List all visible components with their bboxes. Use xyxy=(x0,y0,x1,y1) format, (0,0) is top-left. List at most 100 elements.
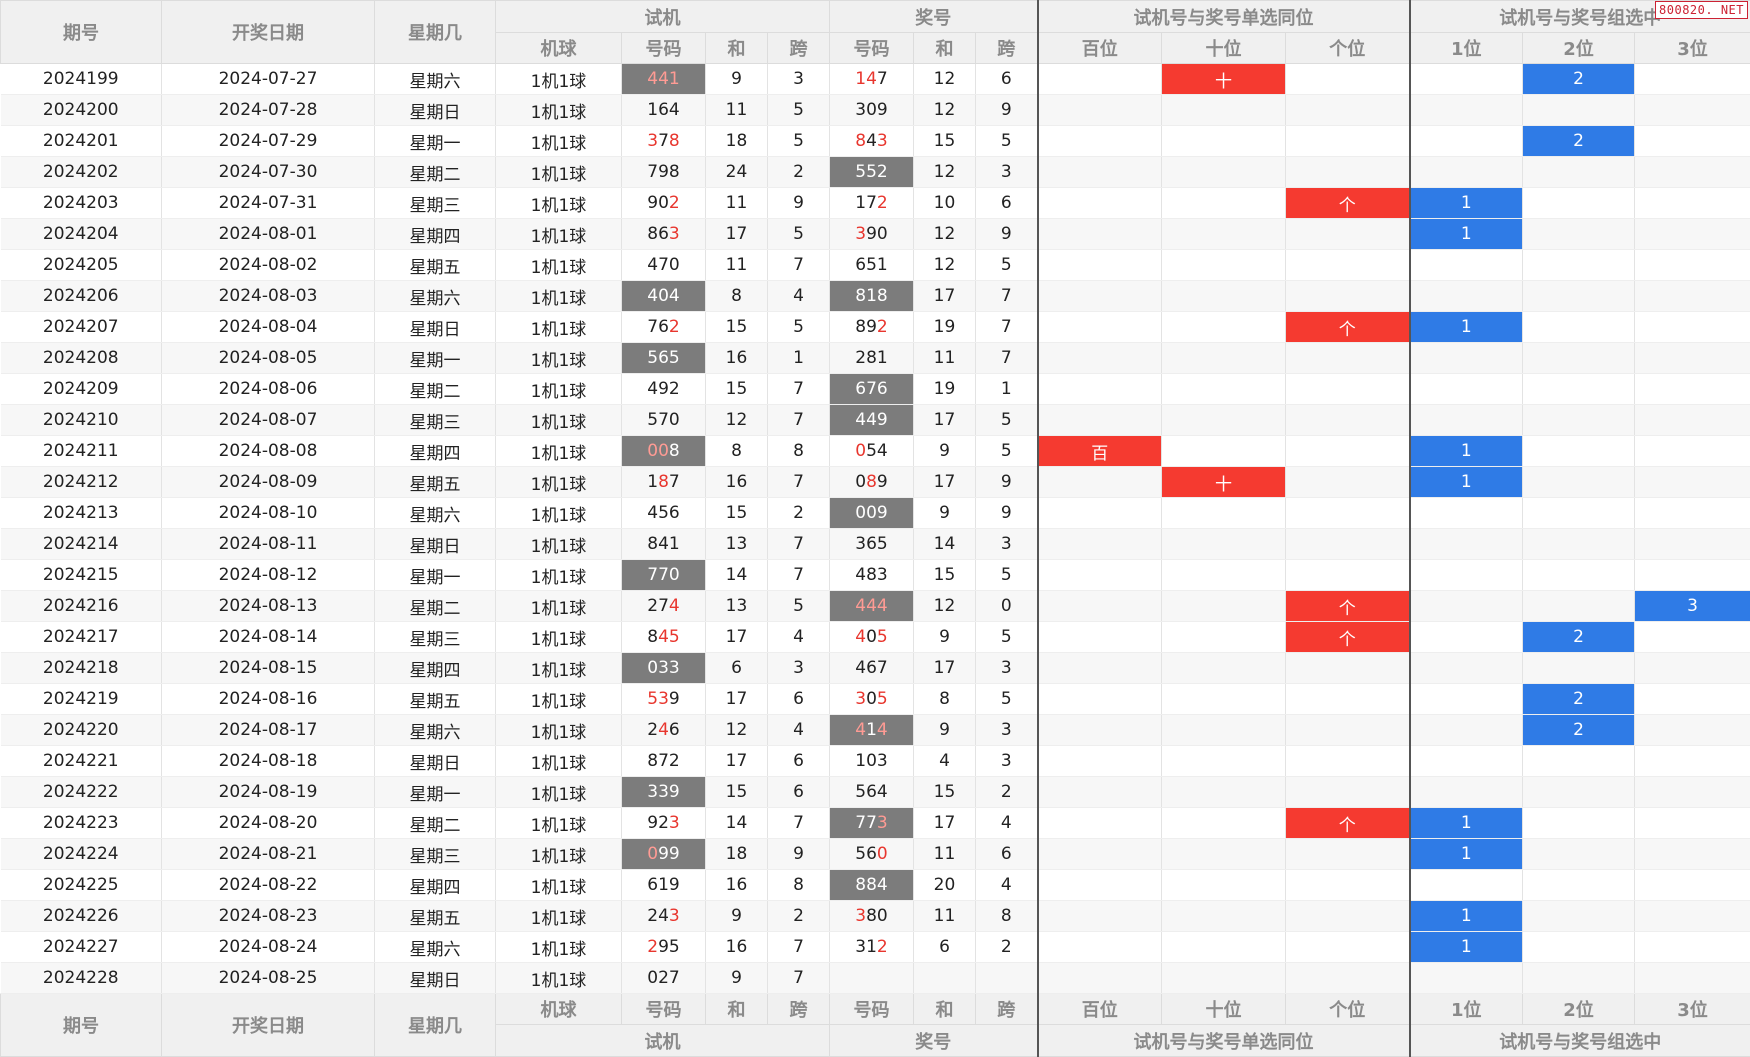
sub-header-hundreds: 百位 xyxy=(1038,33,1162,64)
trial-sum-cell: 17 xyxy=(706,746,768,777)
prize-span-cell: 2 xyxy=(976,777,1038,808)
machine-cell: 1机1球 xyxy=(496,715,622,746)
digit: 9 xyxy=(866,224,877,244)
prize-span-cell: 5 xyxy=(976,560,1038,591)
prize-number-cell: 892 xyxy=(830,312,914,343)
weekday-cell: 星期六 xyxy=(375,281,496,312)
single-hundreds-cell xyxy=(1038,653,1162,684)
date-cell: 2024-08-19 xyxy=(162,777,375,808)
trial-number-cell: 770 xyxy=(622,560,706,591)
group-header-single-position: 试机号与奖号单选同位 xyxy=(1038,1,1410,33)
table-row: 20242132024-08-10星期六1机1球45615200999 xyxy=(1,498,1750,529)
prize-number-cell: 884 xyxy=(830,870,914,901)
weekday-cell: 星期六 xyxy=(375,932,496,963)
digit: 2 xyxy=(877,193,888,213)
single-units-cell xyxy=(1286,715,1410,746)
footer-sub-pos1: 1位 xyxy=(1410,994,1523,1025)
digit: 1 xyxy=(669,69,680,89)
weekday-cell: 星期五 xyxy=(375,250,496,281)
prize-span-cell: 6 xyxy=(976,188,1038,219)
combo-pos2-cell xyxy=(1523,591,1635,622)
weekday-cell: 星期日 xyxy=(375,963,496,994)
digit: 3 xyxy=(658,689,669,709)
prize-number-cell: 380 xyxy=(830,901,914,932)
single-units-cell xyxy=(1286,436,1410,467)
digit: 1 xyxy=(855,69,866,89)
date-cell: 2024-08-05 xyxy=(162,343,375,374)
trial-sum-cell: 6 xyxy=(706,653,768,684)
prize-sum-cell: 17 xyxy=(914,467,976,498)
combo-pos3-cell xyxy=(1635,126,1750,157)
combo-pos3-cell xyxy=(1635,498,1750,529)
single-hundreds-cell xyxy=(1038,343,1162,374)
weekday-cell: 星期日 xyxy=(375,529,496,560)
trial-number-cell: 295 xyxy=(622,932,706,963)
trial-span-cell: 7 xyxy=(768,560,830,591)
weekday-cell: 星期二 xyxy=(375,591,496,622)
single-hundreds-cell xyxy=(1038,374,1162,405)
combo-pos1-cell xyxy=(1410,405,1523,436)
weekday-cell: 星期三 xyxy=(375,839,496,870)
prize-sum-cell: 11 xyxy=(914,839,976,870)
issue-cell: 2024215 xyxy=(1,560,162,591)
trial-span-cell: 8 xyxy=(768,870,830,901)
prize-sum-cell: 12 xyxy=(914,95,976,126)
prize-span-cell: 5 xyxy=(976,436,1038,467)
issue-cell: 2024225 xyxy=(1,870,162,901)
prize-sum-cell: 12 xyxy=(914,250,976,281)
digit: 5 xyxy=(647,689,658,709)
digit: 2 xyxy=(658,813,669,833)
combo-pos3-cell xyxy=(1635,901,1750,932)
combo-pos3-cell xyxy=(1635,281,1750,312)
prize-number-cell: 467 xyxy=(830,653,914,684)
single-units-cell xyxy=(1286,467,1410,498)
machine-cell: 1机1球 xyxy=(496,126,622,157)
combo-pos1-cell xyxy=(1410,343,1523,374)
issue-cell: 2024212 xyxy=(1,467,162,498)
machine-cell: 1机1球 xyxy=(496,901,622,932)
trial-span-cell: 7 xyxy=(768,963,830,994)
trial-span-cell: 9 xyxy=(768,188,830,219)
prize-sum-cell: 11 xyxy=(914,901,976,932)
machine-cell: 1机1球 xyxy=(496,684,622,715)
date-cell: 2024-08-11 xyxy=(162,529,375,560)
table-row: 20242232024-08-20星期二1机1球923147773174个1 xyxy=(1,808,1750,839)
trial-number-cell: 008 xyxy=(622,436,706,467)
machine-cell: 1机1球 xyxy=(496,281,622,312)
combo-pos1-cell xyxy=(1410,963,1523,994)
digit: 5 xyxy=(866,441,877,461)
date-cell: 2024-08-16 xyxy=(162,684,375,715)
trial-span-cell: 7 xyxy=(768,932,830,963)
prize-sum-cell: 17 xyxy=(914,405,976,436)
prize-span-cell: 5 xyxy=(976,405,1038,436)
group-header-trial: 试机 xyxy=(496,1,830,33)
trial-number-cell: 923 xyxy=(622,808,706,839)
prize-number-cell: 054 xyxy=(830,436,914,467)
digit: 9 xyxy=(658,937,669,957)
single-tens-cell xyxy=(1162,281,1286,312)
table-row: 20242002024-07-28星期日1机1球164115309129 xyxy=(1,95,1750,126)
digit: 1 xyxy=(866,937,877,957)
digit: 9 xyxy=(866,317,877,337)
machine-cell: 1机1球 xyxy=(496,467,622,498)
single-units-cell: 个 xyxy=(1286,312,1410,343)
digit: 0 xyxy=(866,627,877,647)
footer-group-prize: 奖号 xyxy=(830,1025,1038,1057)
combo-pos3-cell xyxy=(1635,560,1750,591)
digit: 1 xyxy=(855,193,866,213)
machine-cell: 1机1球 xyxy=(496,405,622,436)
trial-sum-cell: 17 xyxy=(706,622,768,653)
trial-number-cell: 033 xyxy=(622,653,706,684)
trial-sum-cell: 13 xyxy=(706,591,768,622)
date-cell: 2024-08-23 xyxy=(162,901,375,932)
prize-number-cell: 089 xyxy=(830,467,914,498)
digit: 0 xyxy=(647,441,658,461)
date-cell: 2024-08-07 xyxy=(162,405,375,436)
prize-number-cell: 172 xyxy=(830,188,914,219)
combo-pos2-cell xyxy=(1523,467,1635,498)
weekday-cell: 星期六 xyxy=(375,715,496,746)
table-row: 20242272024-08-24星期六1机1球295167312621 xyxy=(1,932,1750,963)
combo-pos1-cell xyxy=(1410,126,1523,157)
trial-sum-cell: 15 xyxy=(706,374,768,405)
combo-pos3-cell xyxy=(1635,219,1750,250)
